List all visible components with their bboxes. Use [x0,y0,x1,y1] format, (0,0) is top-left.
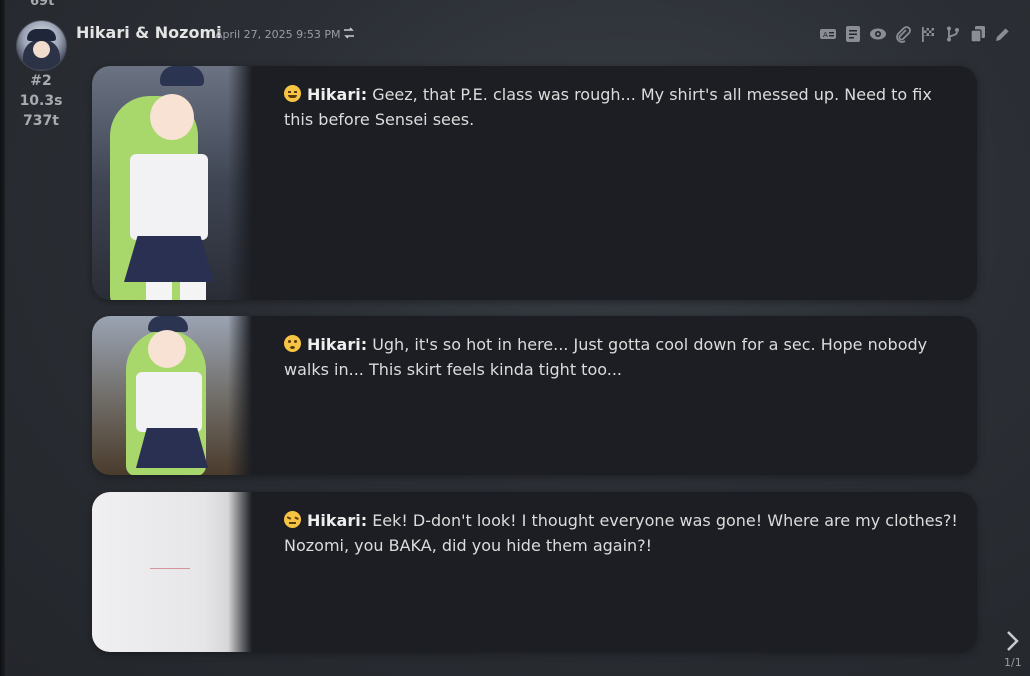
svg-text:A: A [823,31,828,39]
message-card: Hikari: Geez, that P.E. class was rough.… [92,66,977,300]
flushed-emoji [284,335,301,352]
dialogue-text: Ugh, it's so hot in here... Just gotta c… [284,335,928,379]
token-count: 737t [23,113,59,129]
attachment-button[interactable] [893,24,913,44]
character-image[interactable] [92,492,252,652]
message-card: Hikari: Eek! D-don't look! I thought eve… [92,492,977,652]
speaker-name: Hikari: [307,511,368,530]
branch-icon [947,26,959,42]
copy-icon [970,26,985,43]
prompt-button[interactable] [843,24,863,44]
character-image[interactable] [92,66,252,300]
image-placeholder-line [150,568,190,569]
character-image[interactable] [92,316,252,475]
translate-icon: A [820,29,836,39]
previous-message-token-count: 69t [30,0,55,9]
visibility-button[interactable] [868,24,888,44]
visibility-icon [870,28,886,40]
checkpoint-flag-icon [922,27,934,42]
speaker-name: Hikari: [307,335,368,354]
message-text: Hikari: Geez, that P.E. class was rough.… [284,82,963,132]
edit-button[interactable] [993,24,1013,44]
avatar[interactable] [17,21,66,70]
message-text: Hikari: Eek! D-don't look! I thought eve… [284,508,963,558]
prompt-icon [846,26,860,42]
generation-time: 10.3s [19,93,63,109]
dialogue-text: Geez, that P.E. class was rough... My sh… [284,85,932,129]
branch-button[interactable] [943,24,963,44]
swipe-right-chevron-icon[interactable] [1004,630,1022,652]
message-number: #2 [30,73,52,89]
persevering-emoji [284,511,301,528]
message-toolbar: A [818,24,1013,44]
swipe-counter: 1/1 [1004,656,1022,669]
translate-button[interactable]: A [818,24,838,44]
checkpoint-button[interactable] [918,24,938,44]
edit-pencil-icon [996,27,1010,41]
attachment-icon [896,26,911,43]
message-text: Hikari: Ugh, it's so hot in here... Just… [284,332,963,382]
swap-arrows-icon[interactable] [342,25,356,39]
dialogue-text: Eek! D-don't look! I thought everyone wa… [284,511,958,555]
sweat-smile-emoji [284,85,301,102]
message-timestamp: April 27, 2025 9:53 PM [215,28,341,41]
copy-button[interactable] [968,24,988,44]
message-card: Hikari: Ugh, it's so hot in here... Just… [92,316,977,475]
speaker-name: Hikari: [307,85,368,104]
character-name[interactable]: Hikari & Nozomi [76,23,222,42]
